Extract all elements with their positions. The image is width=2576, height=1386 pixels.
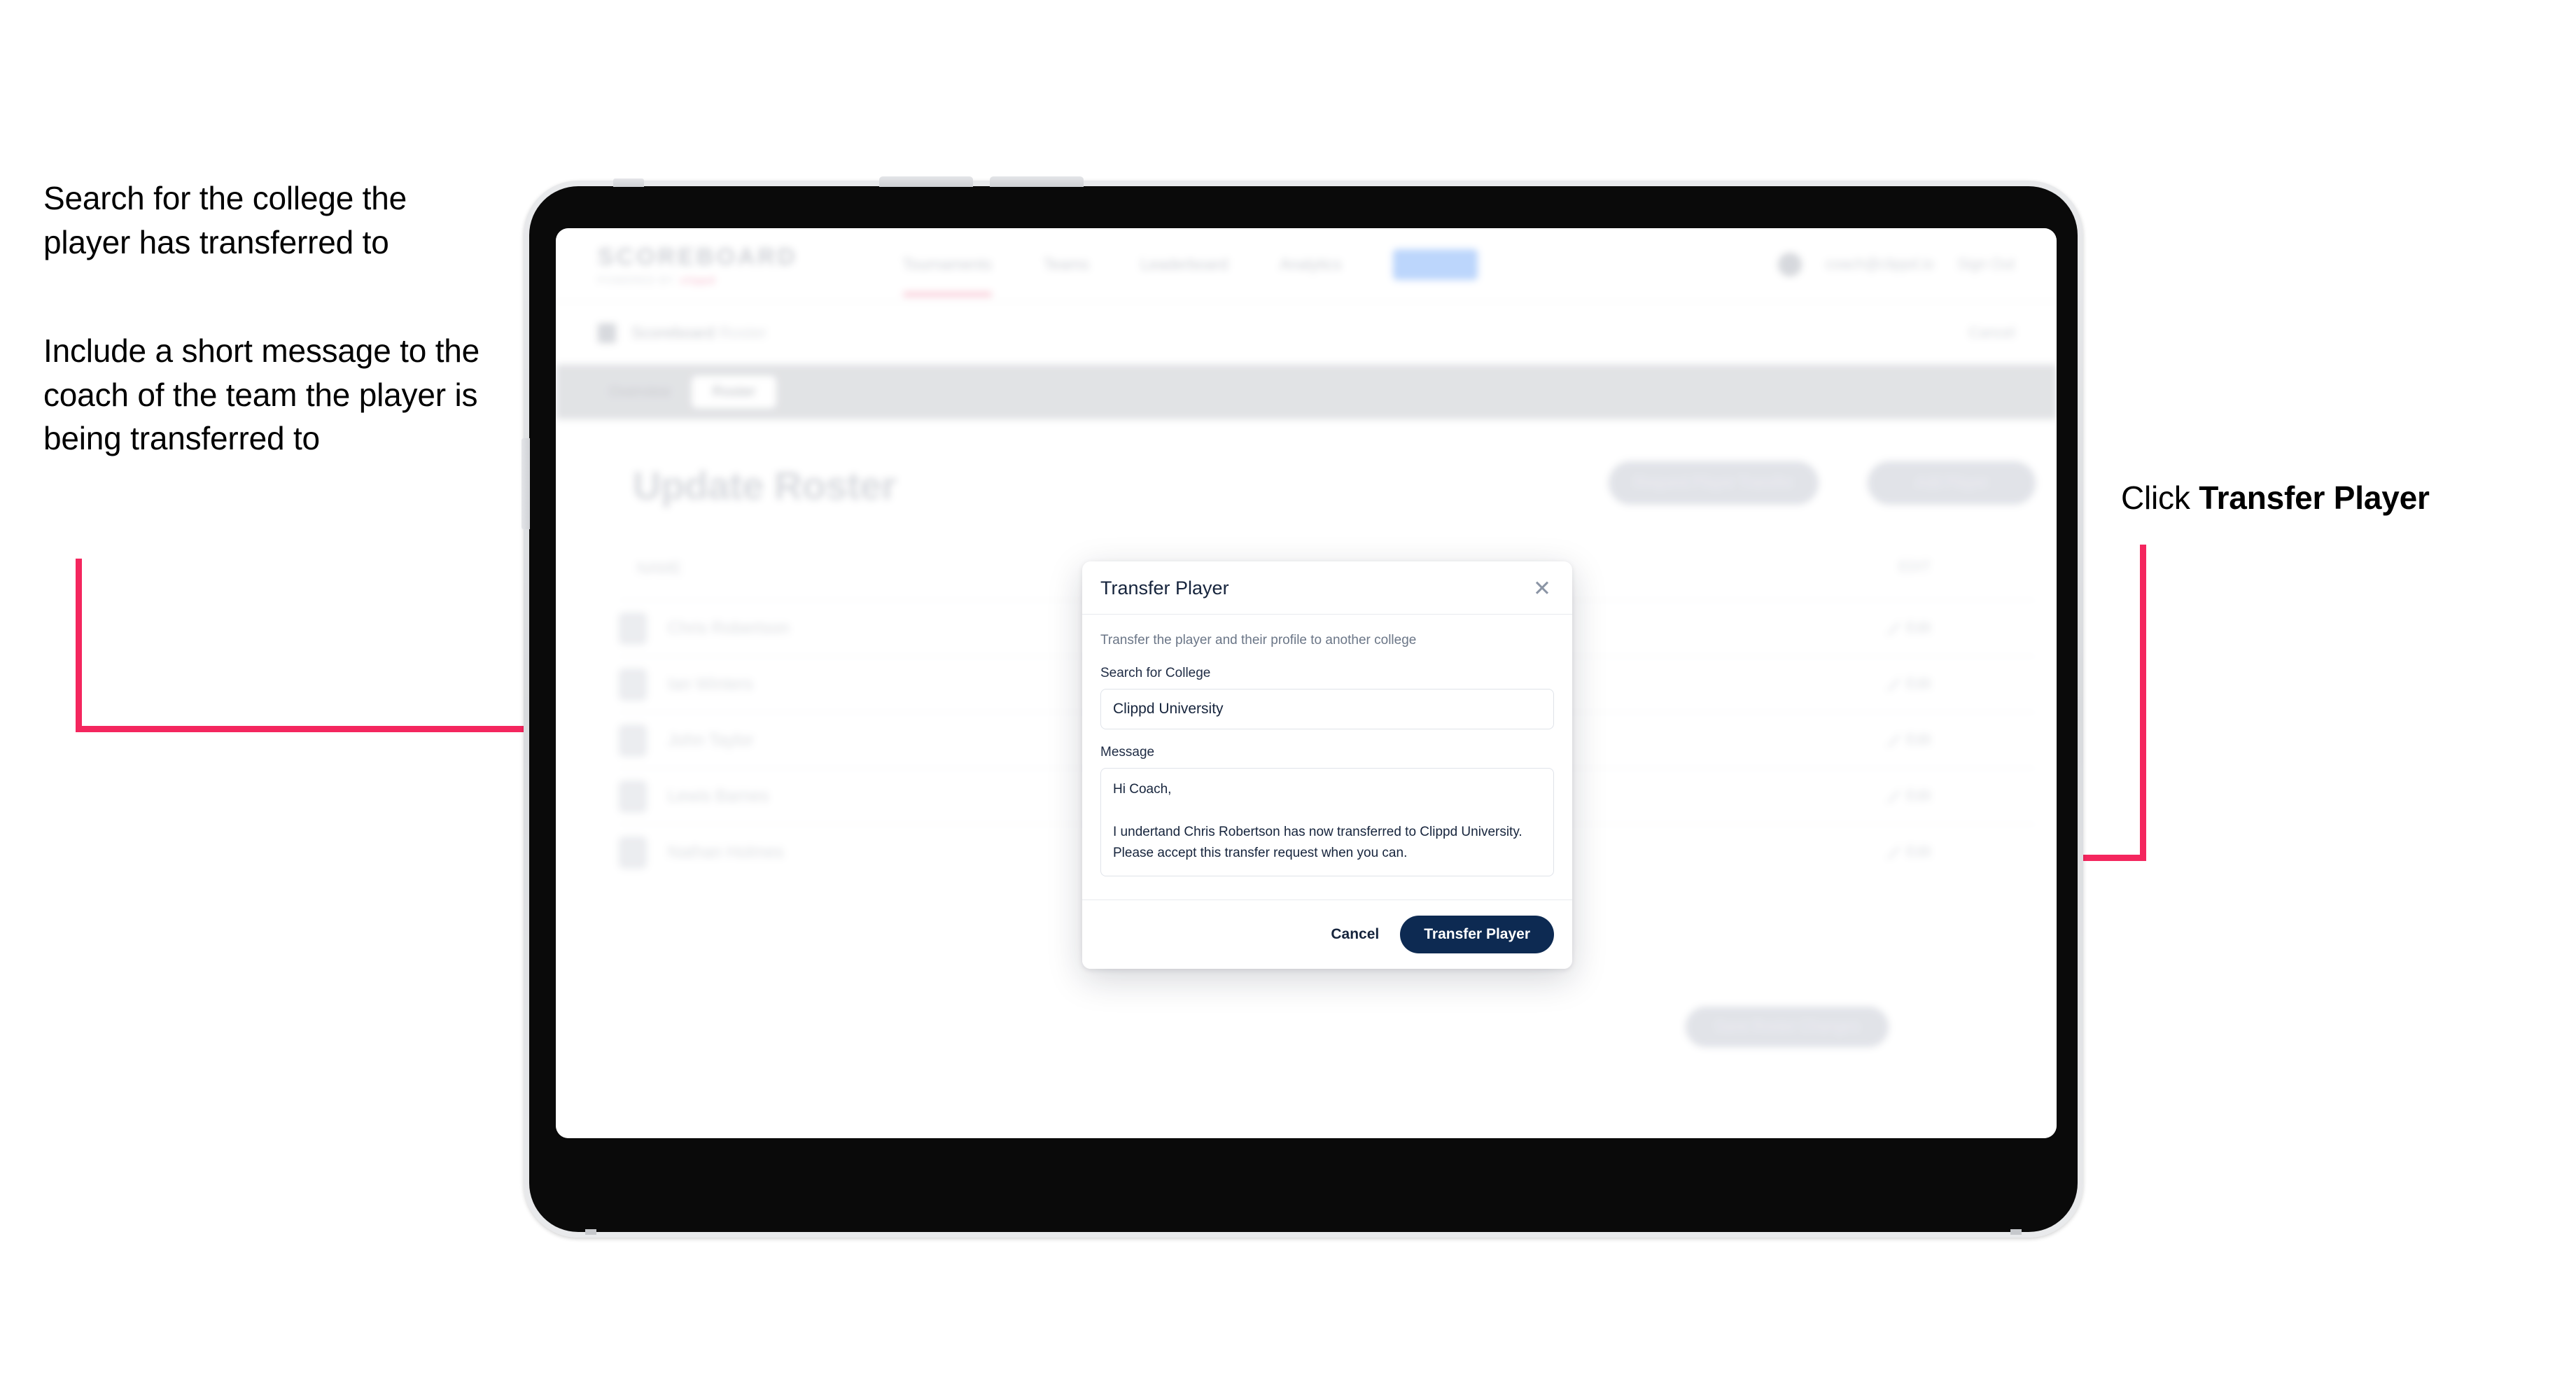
tablet-device-frame: SCOREBOARD POWERED BY clippd Tournaments… bbox=[522, 176, 2083, 1238]
dialog-description: Transfer the player and their profile to… bbox=[1100, 633, 1417, 648]
message-textarea[interactable] bbox=[1100, 768, 1554, 876]
side-button[interactable] bbox=[522, 438, 530, 529]
close-icon[interactable]: ✕ bbox=[1530, 578, 1554, 599]
search-college-label: Search for College bbox=[1100, 666, 1211, 680]
tablet-bezel: SCOREBOARD POWERED BY clippd Tournaments… bbox=[522, 176, 2078, 1235]
annotation-click-bold: Transfer Player bbox=[2199, 479, 2430, 516]
device-foot-right bbox=[2010, 1229, 2022, 1235]
annotation-message-note: Include a short message to the coach of … bbox=[43, 332, 480, 457]
dialog-body: Transfer the player and their profile to… bbox=[1082, 615, 1572, 899]
dialog-footer: Cancel Transfer Player bbox=[1082, 899, 1572, 969]
annotation-click-prefix: Click bbox=[2121, 479, 2199, 516]
tablet-screen: SCOREBOARD POWERED BY clippd Tournaments… bbox=[556, 228, 2057, 1138]
screenshot-root: Search for the college the player has tr… bbox=[0, 0, 2576, 1386]
transfer-player-dialog: Transfer Player ✕ Transfer the player an… bbox=[1082, 561, 1572, 969]
dialog-header: Transfer Player ✕ bbox=[1082, 561, 1572, 615]
dialog-title: Transfer Player bbox=[1100, 578, 1229, 598]
transfer-player-button[interactable]: Transfer Player bbox=[1400, 916, 1554, 953]
search-college-input[interactable] bbox=[1100, 689, 1554, 729]
volume-up-button[interactable] bbox=[879, 176, 973, 187]
annotation-search-note: Search for the college the player has tr… bbox=[43, 180, 407, 260]
power-button[interactable] bbox=[613, 178, 644, 187]
device-foot-left bbox=[585, 1229, 596, 1235]
volume-down-button[interactable] bbox=[990, 176, 1084, 187]
annotation-line-left-vertical bbox=[76, 559, 82, 732]
cancel-button[interactable]: Cancel bbox=[1331, 926, 1379, 943]
message-label: Message bbox=[1100, 745, 1155, 760]
annotation-line-right-vertical bbox=[2140, 545, 2146, 861]
annotation-click-note: Click Transfer Player bbox=[2121, 476, 2513, 520]
